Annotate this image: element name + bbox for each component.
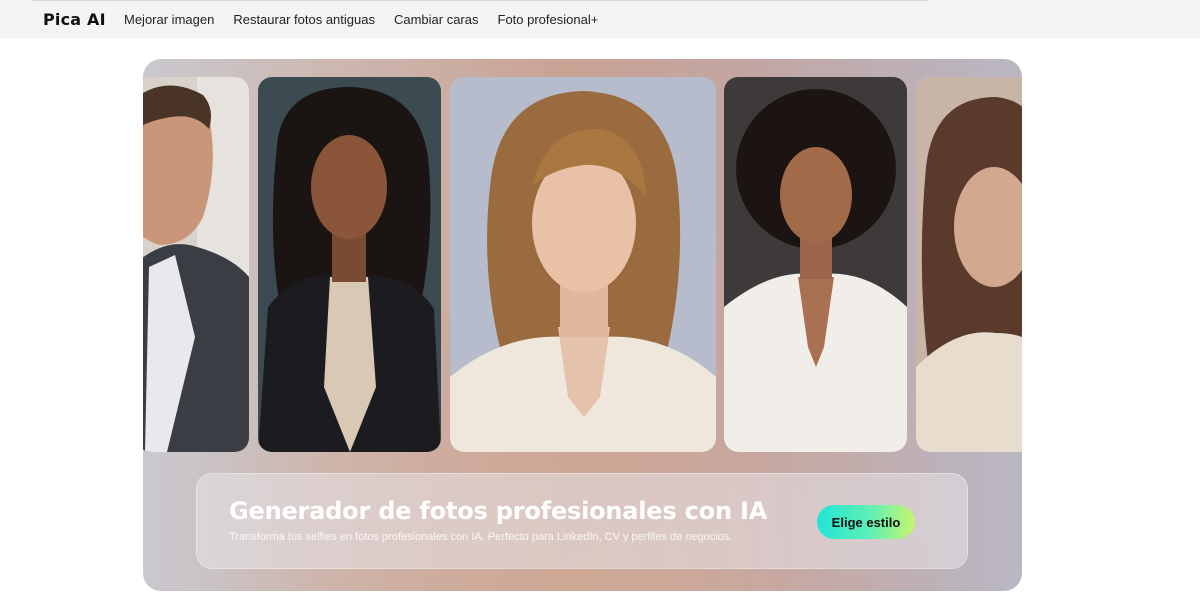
portrait-woman-image-2: [450, 77, 716, 452]
nav-item-cambiar-caras[interactable]: Cambiar caras: [394, 12, 479, 27]
hero-title: Generador de fotos profesionales con IA: [229, 497, 768, 525]
portrait-woman-image-1: [258, 77, 441, 452]
hero-section: Generador de fotos profesionales con IA …: [143, 59, 1022, 591]
portrait-card-woman-center: [450, 77, 716, 452]
nav-item-foto-profesional[interactable]: Foto profesional+: [498, 12, 599, 27]
portrait-card-woman-dark-suit: [258, 77, 441, 452]
choose-style-button[interactable]: Elige estilo: [817, 505, 915, 539]
portrait-woman-image-4: [916, 77, 1022, 452]
top-navigation-bar: Pica AI Mejorar imagen Restaurar fotos a…: [0, 0, 1200, 38]
pica-ai-logo[interactable]: Pica AI: [43, 9, 106, 29]
portrait-card-woman-curly: [724, 77, 907, 452]
portrait-card-man-suit: [143, 77, 249, 452]
portrait-woman-image-3: [724, 77, 907, 452]
hero-subtitle: Transforma tus selfies en fotos profesio…: [229, 531, 733, 543]
nav-item-mejorar-imagen[interactable]: Mejorar imagen: [124, 12, 214, 27]
hero-banner: Generador de fotos profesionales con IA …: [196, 473, 968, 569]
nav-item-restaurar-fotos[interactable]: Restaurar fotos antiguas: [233, 12, 375, 27]
main-nav: Mejorar imagen Restaurar fotos antiguas …: [124, 0, 617, 38]
portrait-card-woman-right: [916, 77, 1022, 452]
portrait-man-image: [143, 77, 249, 452]
